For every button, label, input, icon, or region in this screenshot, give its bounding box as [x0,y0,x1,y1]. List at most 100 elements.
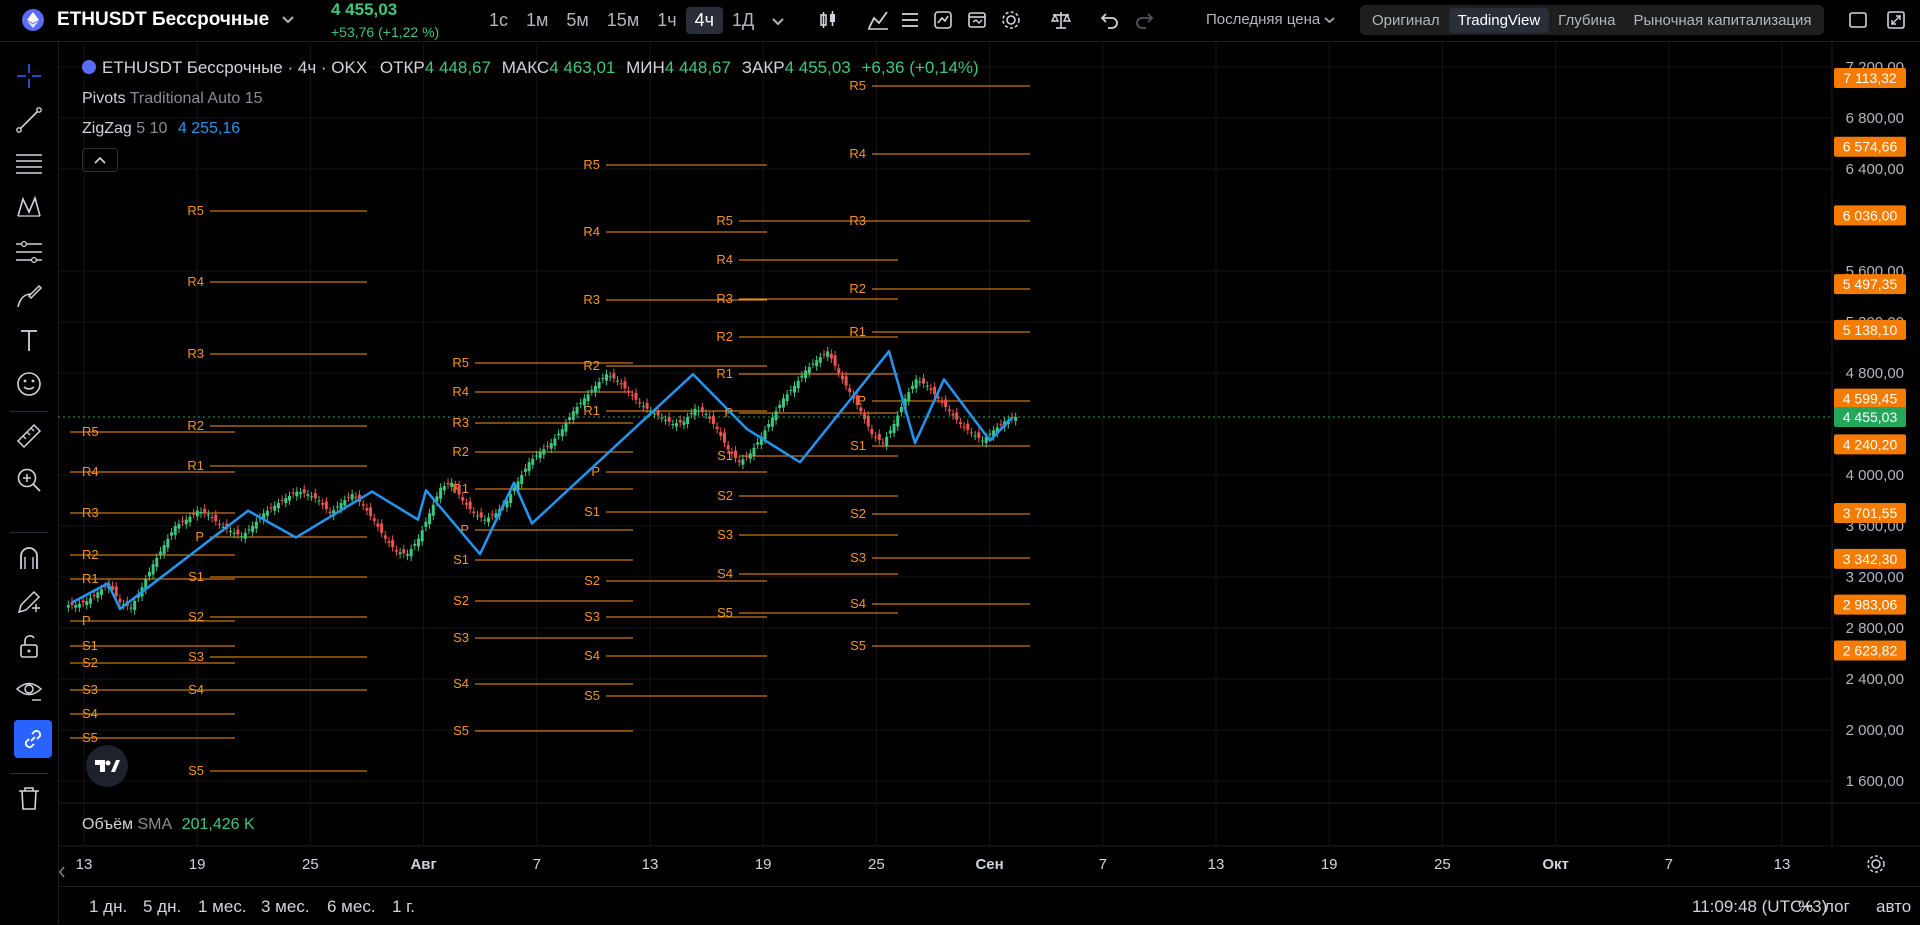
percent-scale-toggle[interactable]: % [1798,897,1813,917]
candle-body [763,430,767,440]
candle-body [299,492,303,495]
candle-body [940,401,944,403]
pivot-label: S2 [717,488,733,503]
zigzag-value: 4 255,16 [177,120,241,137]
candle-body [346,496,350,498]
candle-body [826,351,830,357]
pivot-label: S4 [584,648,600,663]
candle-body [722,432,726,443]
candle-body [601,378,605,380]
candle-body [874,436,878,438]
candle-body [623,381,627,389]
candle-body [472,511,476,514]
candle-body [413,543,417,546]
candle-body [310,496,314,498]
pivot-price-badge-text: 7 113,32 [1843,70,1897,86]
candle-body [184,519,188,525]
candle-body [133,600,137,611]
pivot-price-badge-text: 5 497,35 [1843,276,1898,292]
candle-body [317,500,321,502]
candle-body [582,398,586,406]
candle-body [232,532,236,534]
candle-body [918,381,922,383]
candle-body [520,475,524,484]
candle-body [660,417,664,419]
pivot-label: S4 [453,676,469,691]
collapse-legend-button[interactable] [82,148,118,172]
pivot-label: S1 [584,504,600,519]
candle-body [616,380,620,382]
pivot-label: S4 [188,682,204,697]
range-3m[interactable]: 3 мес. [261,897,310,917]
candle-body [166,538,170,548]
candle-body [793,385,797,393]
time-axis-label: 25 [1434,856,1451,873]
zigzag-indicator-legend[interactable]: ZigZag 5 10 4 255,16 [82,120,240,138]
candle-body [822,354,826,356]
pivot-price-badge-text: 6 036,00 [1843,207,1898,223]
pivot-label: R1 [849,324,866,339]
pivot-label: R3 [82,505,99,520]
candle-body [774,411,778,421]
candle-body [818,357,822,363]
candle-body [81,600,85,603]
candle-body [295,491,299,497]
pivot-label: R4 [849,146,866,161]
candle-body [652,413,656,415]
candle-body [745,456,749,458]
candle-body [490,514,494,516]
candle-body [737,460,741,463]
candle-body [328,511,332,514]
auto-scale-toggle[interactable]: авто [1876,897,1911,917]
price-chart[interactable]: 13 19 25 Авг 7 13 19 25 Сен 7 13 19 25 Окт 7 137 200,00… [0,0,1920,924]
candle-body [988,433,992,435]
range-5d[interactable]: 5 дн. [143,897,181,917]
pivot-label: S5 [850,638,866,653]
range-1y[interactable]: 1 г. [392,897,415,917]
range-6m[interactable]: 6 мес. [327,897,376,917]
candle-body [593,385,597,393]
time-axis-label: 7 [1099,856,1107,873]
volume-sma-label: SMA [137,816,172,833]
candle-body [1014,416,1018,422]
candle-body [151,564,155,575]
candle-body [630,394,634,396]
range-1m[interactable]: 1 мес. [198,897,247,917]
pivots-indicator-legend[interactable]: Pivots Traditional Auto 15 [82,90,263,108]
pivot-label: R4 [583,224,600,239]
candle-body [420,530,424,542]
candle-body [571,411,575,420]
candle-body [99,589,103,595]
pivot-label: R3 [849,213,866,228]
log-scale-toggle[interactable]: лог [1824,897,1850,917]
time-axis-label: Окт [1542,856,1569,873]
time-axis-label: Сен [975,856,1003,873]
tradingview-logo[interactable] [86,745,128,787]
candle-body [383,535,387,539]
candle-body [479,512,483,518]
pivot-label: S1 [717,448,733,463]
candle-body [686,417,690,424]
pivot-label: R2 [82,547,99,562]
candle-body [914,379,918,389]
candle-body [704,413,708,415]
range-1d[interactable]: 1 дн. [89,897,127,917]
price-axis-label: 2 000,00 [1846,722,1904,739]
candle-body [534,455,538,457]
pivot-label: P [82,613,91,628]
candle-body [321,503,325,505]
candle-body [907,392,911,402]
candle-body [199,511,203,514]
chevron-up-icon [94,156,106,164]
candle-body [417,538,421,547]
candle-body [335,506,339,508]
candle-body [523,468,527,472]
volume-legend[interactable]: Объём SMA 201,426 K [82,816,255,834]
candle-body [962,426,966,428]
candle-body [807,367,811,373]
candle-body [380,523,384,533]
candle-body [92,595,96,597]
candle-body [944,399,948,407]
pivot-label: S5 [717,605,733,620]
candle-body [888,430,892,434]
